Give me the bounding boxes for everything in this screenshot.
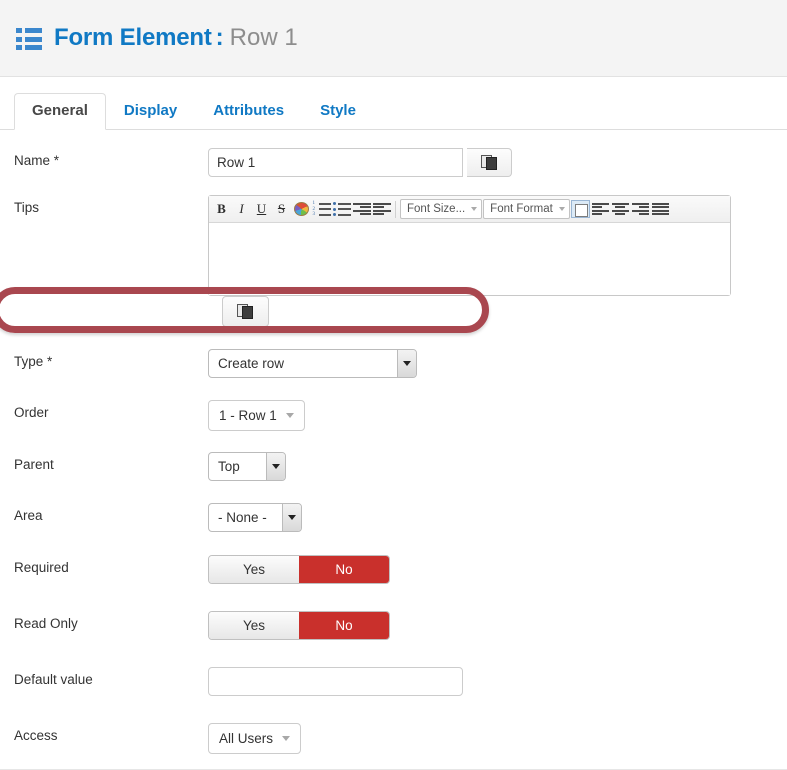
area-select-value: - None - <box>218 510 267 525</box>
editor-toolbar: B I U S 1 2 3 Font Size... Font Format <box>209 196 730 223</box>
field-row-required: Required Yes No <box>0 551 787 585</box>
label-order: Order <box>14 405 49 420</box>
required-toggle[interactable]: Yes No <box>208 555 390 584</box>
required-toggle-yes[interactable]: Yes <box>209 556 299 583</box>
parent-select[interactable]: Top <box>208 452 286 481</box>
label-required: Required <box>14 560 69 575</box>
translate-icon <box>480 155 498 170</box>
access-select[interactable]: All Users <box>208 723 302 754</box>
tab-attributes[interactable]: Attributes <box>195 93 302 130</box>
align-left-icon[interactable] <box>591 199 610 220</box>
order-select-value: 1 - Row 1 <box>219 408 277 423</box>
field-row-read-only: Read Only Yes No <box>0 607 787 641</box>
default-value-input[interactable] <box>208 667 463 696</box>
label-tips: Tips <box>14 200 40 215</box>
bold-icon[interactable]: B <box>212 199 231 220</box>
field-row-tips: Tips B I U S 1 2 3 Font Size... Font For… <box>0 191 787 327</box>
tips-editor-body[interactable] <box>209 223 730 295</box>
required-toggle-no[interactable]: No <box>299 556 389 583</box>
read-only-toggle[interactable]: Yes No <box>208 611 390 640</box>
indent-icon[interactable] <box>352 199 371 220</box>
field-row-default-value: Default value <box>0 663 787 697</box>
align-center-icon[interactable] <box>611 199 630 220</box>
label-parent: Parent <box>14 457 54 472</box>
read-only-toggle-no[interactable]: No <box>299 612 389 639</box>
general-form: Name * Tips B I U S <box>0 130 787 770</box>
edit-source-icon[interactable] <box>570 199 590 220</box>
page-header: Form Element : Row 1 <box>0 0 787 77</box>
tips-translate-button[interactable] <box>222 296 269 327</box>
numbered-list-icon[interactable]: 1 2 3 <box>312 199 331 220</box>
chevron-down-icon <box>266 453 285 480</box>
tab-bar: General Display Attributes Style <box>0 77 787 130</box>
bulleted-list-icon[interactable] <box>332 199 351 220</box>
order-select[interactable]: 1 - Row 1 <box>208 400 305 431</box>
type-select[interactable]: Create row <box>208 349 417 378</box>
field-row-parent: Parent Top <box>0 448 787 482</box>
label-default-value: Default value <box>14 672 93 687</box>
text-color-icon[interactable] <box>292 199 311 220</box>
page-title: Form Element <box>54 24 212 51</box>
page-subtitle: Row 1 <box>229 24 298 51</box>
list-grid-icon <box>16 28 42 50</box>
translate-icon <box>237 304 254 319</box>
align-justify-icon[interactable] <box>651 199 670 220</box>
strikethrough-icon[interactable]: S <box>272 199 291 220</box>
tips-rich-text-editor[interactable]: B I U S 1 2 3 Font Size... Font Format <box>208 195 731 296</box>
font-size-dropdown[interactable]: Font Size... <box>400 199 483 219</box>
align-right-icon[interactable] <box>631 199 650 220</box>
font-format-dropdown[interactable]: Font Format <box>483 199 570 219</box>
title-separator: : <box>215 24 224 51</box>
type-select-value: Create row <box>218 356 285 371</box>
field-row-name: Name * <box>0 144 787 178</box>
toolbar-divider <box>395 200 396 218</box>
label-read-only: Read Only <box>14 616 78 631</box>
tab-style[interactable]: Style <box>302 93 374 130</box>
italic-icon[interactable]: I <box>232 199 251 220</box>
chevron-down-icon <box>282 736 291 741</box>
label-name: Name * <box>14 153 60 168</box>
read-only-toggle-yes[interactable]: Yes <box>209 612 299 639</box>
underline-icon[interactable]: U <box>252 199 271 220</box>
outdent-icon[interactable] <box>372 199 391 220</box>
field-row-order: Order 1 - Row 1 <box>0 396 787 431</box>
field-row-type: Type * Create row <box>0 345 787 379</box>
label-area: Area <box>14 508 43 523</box>
chevron-down-icon <box>282 504 301 531</box>
name-input[interactable] <box>208 148 463 177</box>
parent-select-value: Top <box>218 459 240 474</box>
access-select-value: All Users <box>219 731 274 746</box>
tab-display[interactable]: Display <box>106 93 195 130</box>
name-translate-button[interactable] <box>467 148 513 177</box>
chevron-down-icon <box>397 350 416 377</box>
chevron-down-icon <box>285 413 294 418</box>
label-access: Access <box>14 728 58 743</box>
field-row-area: Area - None - <box>0 499 787 533</box>
label-type: Type * <box>14 354 53 369</box>
field-row-access: Access All Users <box>0 719 787 754</box>
tab-general[interactable]: General <box>14 93 106 130</box>
area-select[interactable]: - None - <box>208 503 302 532</box>
